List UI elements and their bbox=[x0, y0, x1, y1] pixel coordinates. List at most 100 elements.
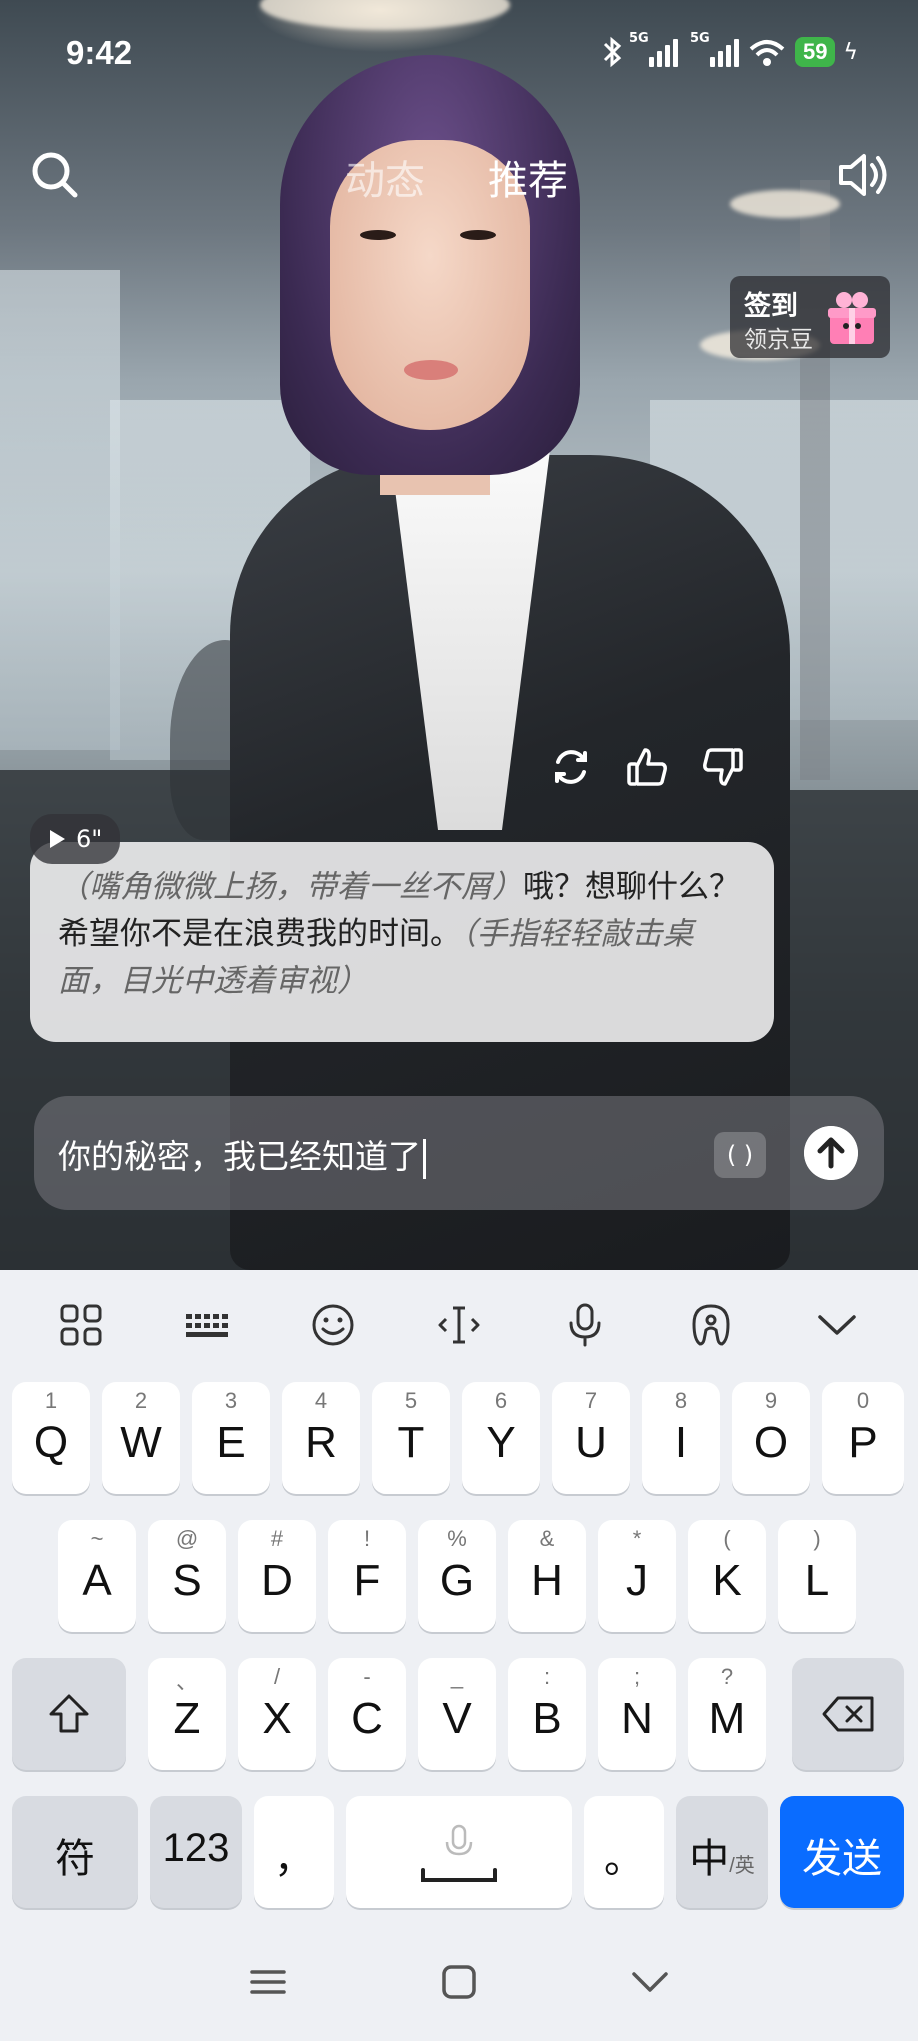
key-sub-label: 4 bbox=[314, 1388, 328, 1413]
key-m[interactable]: ? M bbox=[688, 1658, 766, 1770]
key-label: D bbox=[261, 1556, 293, 1605]
key-z[interactable]: 、 Z bbox=[148, 1658, 226, 1770]
period-key[interactable]: 。 bbox=[584, 1796, 664, 1908]
key-w[interactable]: 2W bbox=[102, 1382, 180, 1494]
key-label: F bbox=[353, 1556, 381, 1605]
chat-input[interactable]: 你的秘密，我已经知道了 bbox=[58, 1130, 426, 1179]
thumbs-up-icon[interactable] bbox=[624, 744, 670, 790]
back-down-icon[interactable] bbox=[628, 1960, 672, 2004]
key-r[interactable]: 4R bbox=[282, 1382, 360, 1494]
voice-play-button[interactable]: 6" bbox=[30, 814, 121, 864]
space-key[interactable] bbox=[346, 1796, 572, 1908]
comma-key[interactable]: ， bbox=[254, 1796, 334, 1908]
tab-recommend[interactable]: 推荐 bbox=[488, 148, 568, 206]
microphone-icon[interactable] bbox=[560, 1300, 610, 1350]
key-g[interactable]: % G bbox=[418, 1520, 496, 1632]
key-s[interactable]: @ S bbox=[148, 1520, 226, 1632]
key-label: Y bbox=[486, 1418, 516, 1467]
key-h[interactable]: & H bbox=[508, 1520, 586, 1632]
text-caret bbox=[423, 1138, 426, 1179]
key-sub-label: # bbox=[270, 1526, 284, 1551]
key-label: 。 bbox=[604, 1837, 644, 1881]
send-key[interactable]: 发送 bbox=[780, 1796, 904, 1908]
key-label: K bbox=[712, 1556, 742, 1605]
shift-key[interactable] bbox=[12, 1658, 126, 1770]
key-b[interactable]: :B bbox=[508, 1658, 586, 1770]
character-message-bubble: （嘴角微微上扬，带着一丝不屑）哦？想聊什么？希望你不是在浪费我的时间。（手指轻轻… bbox=[30, 842, 774, 1042]
collapse-keyboard-icon[interactable] bbox=[812, 1300, 862, 1350]
checkin-title: 签到 bbox=[744, 291, 798, 322]
key-label: E bbox=[216, 1418, 246, 1467]
key-label: U bbox=[575, 1418, 607, 1467]
key-sub-label: 9 bbox=[764, 1388, 778, 1413]
checkin-badge[interactable]: 签到 领京豆 bbox=[730, 276, 890, 358]
key-e[interactable]: 3E bbox=[192, 1382, 270, 1494]
key-sub-label: ( bbox=[723, 1526, 731, 1551]
charging-icon: ϟ bbox=[843, 39, 858, 65]
key-label: N bbox=[621, 1694, 653, 1743]
key-sub-label: & bbox=[539, 1526, 555, 1551]
chat-input-value: 你的秘密，我已经知道了 bbox=[58, 1137, 421, 1176]
insert-action-button[interactable]: ( ) bbox=[714, 1132, 766, 1178]
cell-signal-icon: 5G bbox=[629, 31, 678, 67]
key-x[interactable]: / X bbox=[238, 1658, 316, 1770]
key-label: T bbox=[397, 1418, 425, 1467]
key-q[interactable]: 1Q bbox=[12, 1382, 90, 1494]
key-sub-label: 、 bbox=[175, 1669, 198, 1694]
key-j[interactable]: * J bbox=[598, 1520, 676, 1632]
key-u[interactable]: 7U bbox=[552, 1382, 630, 1494]
backspace-key[interactable] bbox=[792, 1658, 904, 1770]
key-label: R bbox=[305, 1418, 337, 1467]
thumbs-down-icon[interactable] bbox=[700, 744, 746, 790]
voice-duration: 6" bbox=[76, 825, 103, 853]
key-sub-label: - bbox=[363, 1664, 371, 1689]
key-label: A bbox=[82, 1556, 112, 1605]
key-sub-label: ; bbox=[633, 1664, 641, 1689]
send-arrow-button[interactable] bbox=[804, 1126, 858, 1180]
key-f[interactable]: ! F bbox=[328, 1520, 406, 1632]
key-label: Q bbox=[33, 1418, 69, 1467]
key-l[interactable]: ) L bbox=[778, 1520, 856, 1632]
key-k[interactable]: (K bbox=[688, 1520, 766, 1632]
regenerate-icon[interactable] bbox=[548, 744, 594, 790]
key-label: I bbox=[674, 1418, 688, 1467]
key-label: H bbox=[531, 1556, 563, 1605]
shift-icon bbox=[49, 1694, 89, 1733]
key-sub-label: 1 bbox=[44, 1388, 58, 1413]
key-p[interactable]: 0P bbox=[822, 1382, 904, 1494]
key-n[interactable]: ; N bbox=[598, 1658, 676, 1770]
key-c[interactable]: -C bbox=[328, 1658, 406, 1770]
symbols-key[interactable]: 符 bbox=[12, 1796, 138, 1908]
key-label: L bbox=[804, 1556, 830, 1605]
emoji-icon[interactable] bbox=[308, 1300, 358, 1350]
key-y[interactable]: 6Y bbox=[462, 1382, 540, 1494]
numbers-key[interactable]: 123 bbox=[150, 1796, 242, 1908]
key-i[interactable]: 8I bbox=[642, 1382, 720, 1494]
key-v[interactable]: _ V bbox=[418, 1658, 496, 1770]
keyboard-toolbar bbox=[0, 1270, 918, 1380]
ai-assistant-icon[interactable] bbox=[686, 1300, 736, 1350]
key-label: X bbox=[262, 1694, 292, 1743]
apps-grid-icon[interactable] bbox=[56, 1300, 106, 1350]
home-icon[interactable] bbox=[437, 1960, 481, 2004]
cursor-control-icon[interactable] bbox=[434, 1300, 484, 1350]
key-label: 中/英 bbox=[676, 1826, 768, 1884]
key-t[interactable]: 5T bbox=[372, 1382, 450, 1494]
language-switch-key[interactable]: 中/英 bbox=[676, 1796, 768, 1908]
key-d[interactable]: # D bbox=[238, 1520, 316, 1632]
chat-input-bar[interactable]: 你的秘密，我已经知道了 ( ) bbox=[34, 1096, 884, 1210]
space-mic-icon bbox=[421, 1824, 497, 1882]
key-sub-label: : bbox=[543, 1664, 551, 1689]
key-label: W bbox=[120, 1418, 162, 1467]
key-label: P bbox=[848, 1418, 878, 1467]
tab-dynamic[interactable]: 动态 bbox=[345, 148, 425, 206]
key-a[interactable]: ~ A bbox=[58, 1520, 136, 1632]
wifi-icon bbox=[749, 40, 785, 66]
status-bar: 9:42 5G 5G 59 ϟ bbox=[0, 0, 918, 110]
menu-icon[interactable] bbox=[246, 1960, 290, 2004]
key-o[interactable]: 9O bbox=[732, 1382, 810, 1494]
keyboard-layout-icon[interactable] bbox=[182, 1300, 232, 1350]
speaker-icon[interactable] bbox=[836, 150, 890, 200]
search-icon[interactable] bbox=[30, 150, 80, 200]
key-sub-label: _ bbox=[450, 1664, 464, 1689]
